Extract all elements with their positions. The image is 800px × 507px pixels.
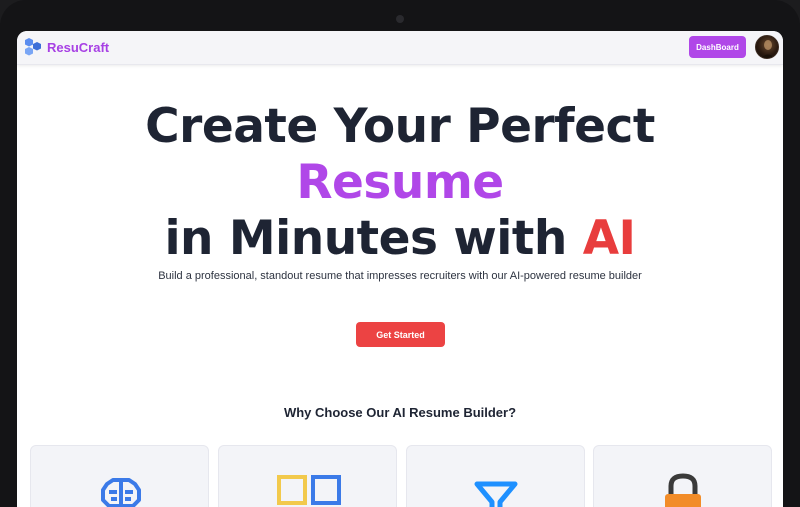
hero-line-3-text: in Minutes with	[164, 211, 583, 266]
hero-heading: Create Your Perfect Resume in Minutes wi…	[17, 99, 783, 267]
brain-icon	[101, 478, 141, 507]
app-screen: ResuCraft DashBoard Create Your Perfect …	[17, 31, 783, 507]
dashboard-button[interactable]: DashBoard	[689, 36, 746, 58]
template-squares-icon	[277, 475, 341, 505]
hexagon-cluster-icon	[25, 38, 41, 56]
brand-name: ResuCraft	[47, 39, 110, 55]
features-heading: Why Choose Our AI Resume Builder?	[283, 405, 517, 420]
tablet-frame: ResuCraft DashBoard Create Your Perfect …	[0, 0, 800, 507]
lock-icon	[665, 473, 701, 507]
avatar-image	[761, 40, 775, 58]
user-avatar[interactable]	[755, 35, 779, 59]
top-navbar: ResuCraft DashBoard	[17, 31, 783, 65]
hero-line-1: Create Your Perfect	[145, 99, 655, 154]
hero-line-2: Resume	[296, 155, 504, 210]
brand-logo[interactable]: ResuCraft	[23, 37, 109, 57]
feature-card-ai[interactable]	[30, 445, 209, 507]
feature-card-ats[interactable]	[406, 445, 585, 507]
feature-card-security[interactable]	[593, 445, 772, 507]
get-started-button[interactable]: Get Started	[356, 322, 445, 347]
hero-subtitle: Build a professional, standout resume th…	[158, 270, 642, 282]
hero-ai-word: AI	[582, 211, 636, 266]
feature-card-templates[interactable]	[218, 445, 397, 507]
camera-dot	[396, 15, 404, 23]
filter-funnel-icon	[474, 481, 518, 507]
hero-line-3: in Minutes with AI	[17, 211, 783, 267]
